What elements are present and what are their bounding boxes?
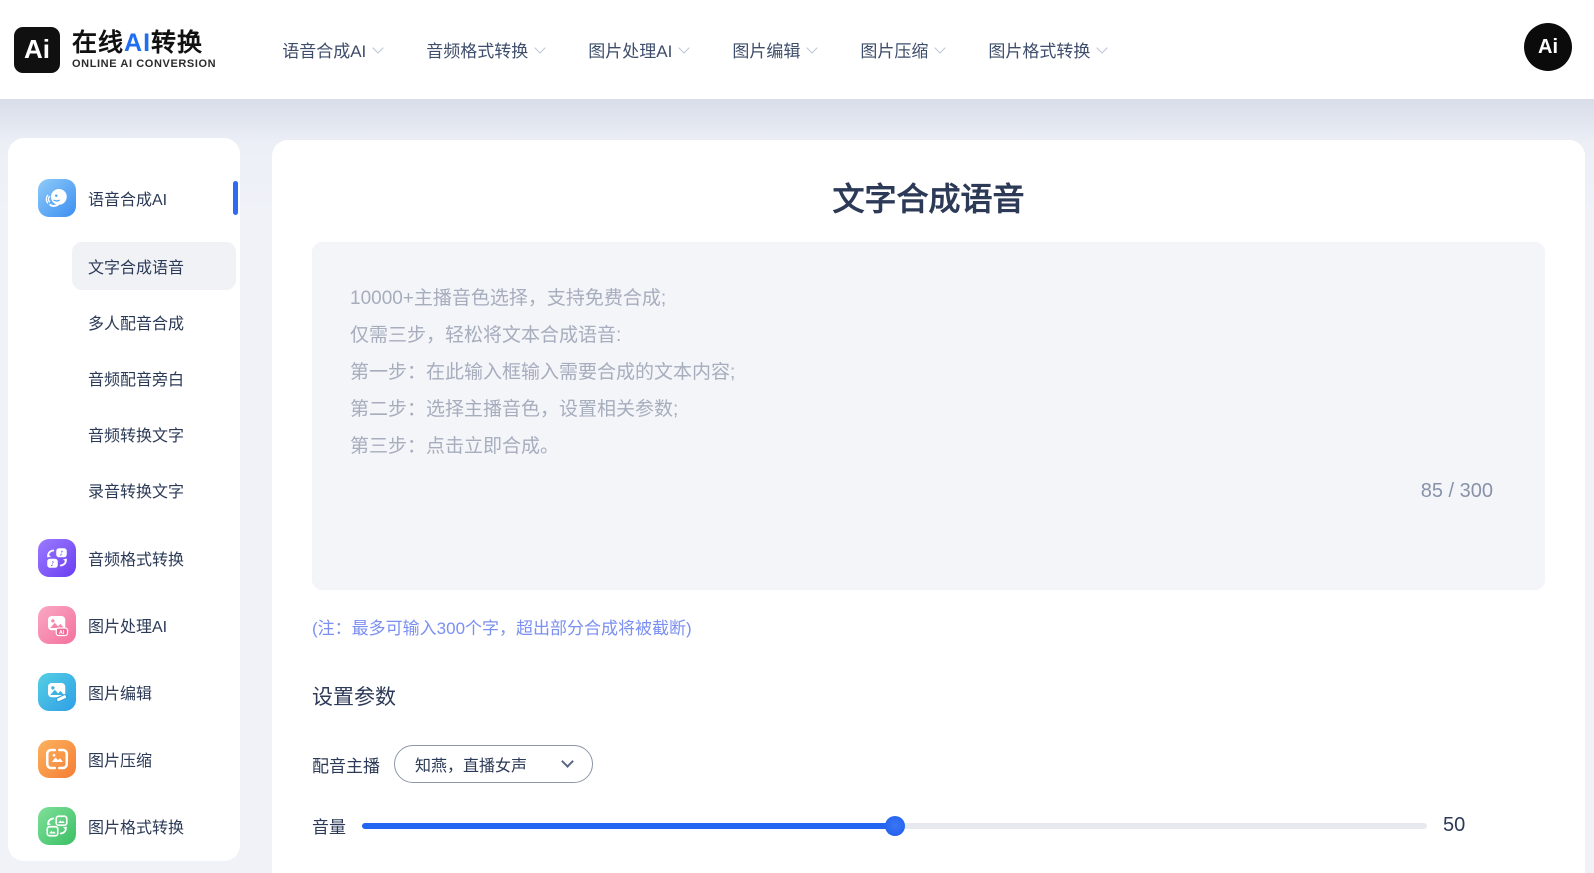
sidebar-item-text-to-speech[interactable]: 文字合成语音 (72, 242, 236, 290)
chevron-down-icon (373, 42, 384, 53)
input-note: (注：最多可输入300个字，超出部分合成将被截断) (312, 614, 1545, 639)
main-panel: 文字合成语音 85 / 300 (注：最多可输入300个字，超出部分合成将被截断… (272, 140, 1585, 873)
logo-subtitle: ONLINE AI CONVERSION (72, 58, 216, 70)
volume-label: 音量 (312, 813, 346, 838)
volume-slider-fill (362, 823, 895, 829)
nav-item-label: 语音合成AI (282, 37, 366, 62)
text-input[interactable] (312, 242, 1545, 590)
nav-item-image-compress[interactable]: 图片压缩 (860, 37, 944, 62)
sidebar-group-label: 语音合成AI (88, 186, 167, 210)
voice-label: 配音主播 (312, 752, 380, 777)
svg-text:♪: ♪ (59, 549, 63, 557)
image-ai-icon: AI (38, 606, 76, 644)
nav-item-label: 图片格式转换 (988, 37, 1090, 62)
volume-slider[interactable] (362, 816, 1427, 836)
nav-item-image-ai[interactable]: 图片处理AI (588, 37, 688, 62)
logo-title-suffix: 转换 (151, 29, 203, 57)
chevron-down-icon (535, 42, 546, 53)
logo-title-prefix: 在线 (72, 29, 124, 57)
sidebar-item-multi-voice[interactable]: 多人配音合成 (72, 298, 236, 346)
logo[interactable]: Ai 在线AI转换 ONLINE AI CONVERSION (14, 27, 216, 73)
chevron-down-icon (679, 42, 690, 53)
content-area: 语音合成AI 文字合成语音 多人配音合成 音频配音旁白 音频转换文字 录音转换文… (0, 99, 1594, 873)
sidebar-item-audio-narration[interactable]: 音频配音旁白 (72, 354, 236, 402)
nav-item-label: 图片编辑 (732, 37, 800, 62)
sidebar: 语音合成AI 文字合成语音 多人配音合成 音频配音旁白 音频转换文字 录音转换文… (8, 138, 240, 861)
sidebar-item-audio-to-text[interactable]: 音频转换文字 (72, 410, 236, 458)
sidebar-item-recording-to-text[interactable]: 录音转换文字 (72, 466, 236, 514)
logo-text: 在线AI转换 ONLINE AI CONVERSION (72, 30, 216, 70)
chevron-down-icon (935, 42, 946, 53)
image-edit-icon (38, 673, 76, 711)
nav-item-label: 音频格式转换 (426, 37, 528, 62)
main-nav: 语音合成AI 音频格式转换 图片处理AI 图片编辑 图片压缩 图片格式转换 (282, 37, 1106, 62)
voice-row: 配音主播 知燕，直播女声 (312, 745, 1545, 783)
top-navbar: Ai 在线AI转换 ONLINE AI CONVERSION 语音合成AI 音频… (0, 0, 1594, 99)
volume-value: 50 (1435, 814, 1545, 837)
audio-format-convert-icon: ♪♪ (38, 539, 76, 577)
sidebar-subitems: 文字合成语音 多人配音合成 音频配音旁白 音频转换文字 录音转换文字 (8, 242, 240, 514)
nav-item-speech-synthesis[interactable]: 语音合成AI (282, 37, 382, 62)
sidebar-item-label: 图片格式转换 (88, 814, 184, 838)
nav-item-label: 图片压缩 (860, 37, 928, 62)
sidebar-item-image-compress[interactable]: 图片压缩 (8, 725, 240, 792)
sidebar-app-items: ♪♪ 音频格式转换 AI 图片处理AI 图片编辑 图片压缩 (8, 524, 240, 859)
sidebar-item-audio-format-convert[interactable]: ♪♪ 音频格式转换 (8, 524, 240, 591)
char-counter: 85 / 300 (1421, 480, 1493, 503)
voice-select[interactable]: 知燕，直播女声 (394, 745, 593, 783)
sidebar-item-image-format-convert[interactable]: 图片格式转换 (8, 792, 240, 859)
logo-title: 在线AI转换 (72, 30, 216, 56)
sidebar-group-speech-synthesis[interactable]: 语音合成AI (8, 168, 240, 228)
sidebar-item-label: 图片压缩 (88, 747, 152, 771)
logo-icon: Ai (14, 27, 60, 73)
sidebar-item-image-edit[interactable]: 图片编辑 (8, 658, 240, 725)
image-format-convert-icon (38, 807, 76, 845)
chevron-down-icon (561, 755, 574, 768)
volume-slider-handle[interactable] (885, 816, 905, 836)
svg-text:AI: AI (59, 629, 65, 635)
sidebar-item-image-ai[interactable]: AI 图片处理AI (8, 591, 240, 658)
speech-synthesis-icon (38, 179, 76, 217)
active-group-indicator (233, 181, 238, 215)
logo-title-highlight: AI (124, 29, 151, 57)
sidebar-item-label: 图片编辑 (88, 680, 152, 704)
nav-item-image-edit[interactable]: 图片编辑 (732, 37, 816, 62)
user-avatar[interactable]: Ai (1524, 23, 1572, 71)
sidebar-item-label: 音频格式转换 (88, 546, 184, 570)
nav-item-audio-format[interactable]: 音频格式转换 (426, 37, 544, 62)
nav-item-label: 图片处理AI (588, 37, 672, 62)
sidebar-item-label: 图片处理AI (88, 613, 167, 637)
image-compress-icon (38, 740, 76, 778)
page-title: 文字合成语音 (312, 174, 1545, 220)
volume-row: 音量 50 (312, 813, 1545, 838)
nav-item-image-format[interactable]: 图片格式转换 (988, 37, 1106, 62)
chevron-down-icon (807, 42, 818, 53)
svg-text:♪: ♪ (50, 559, 54, 567)
voice-select-value: 知燕，直播女声 (415, 752, 527, 776)
text-input-container: 85 / 300 (312, 242, 1545, 590)
chevron-down-icon (1097, 42, 1108, 53)
params-heading: 设置参数 (312, 681, 1545, 711)
